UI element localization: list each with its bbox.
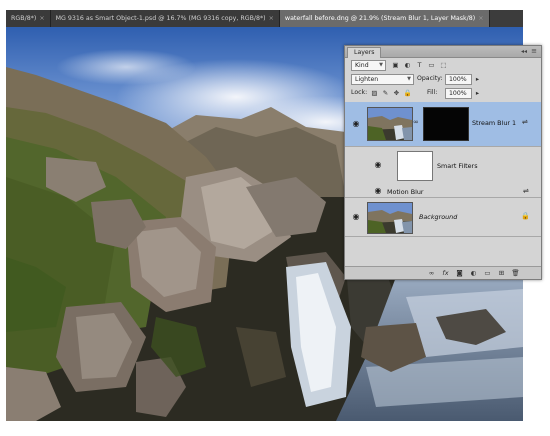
lock-row: Lock: ▨ ✎ ✥ 🔒 Fill: 100% ▸ (345, 87, 541, 99)
panel-menu-icon[interactable]: ≡ (531, 46, 537, 57)
blend-mode-select[interactable]: Lighten ▼ (351, 74, 414, 85)
fill-field[interactable]: 100% (445, 88, 472, 99)
fill-slider-icon[interactable]: ▸ (473, 89, 482, 97)
layer-lock-icon: 🔒 (521, 212, 530, 220)
document-tab-bar: RGB/8*) × MG 9316 as Smart Object-1.psd @ … (6, 10, 523, 27)
document-tab-2[interactable]: MG 9316 as Smart Object-1.psd @ 16.7% (M… (50, 10, 280, 27)
close-tab-icon[interactable]: × (478, 15, 483, 22)
image-filter-icon[interactable]: ▣ (391, 61, 400, 69)
layers-panel: Layers ◂◂ ≡ Kind ▼ ▣ ◐ T ▭ ⬚ Lighten ▼ Opa… (344, 45, 542, 280)
smart-filters-eye-icon[interactable]: ◉ (373, 161, 383, 169)
opacity-slider-icon[interactable]: ▸ (473, 75, 482, 83)
shape-filter-icon[interactable]: ▭ (427, 61, 436, 69)
new-layer-icon[interactable]: ⊞ (497, 269, 506, 277)
background-layer-name[interactable]: Background (419, 213, 457, 221)
filter-kind-select[interactable]: Kind ▼ (351, 60, 386, 71)
opacity-field[interactable]: 100% (445, 74, 472, 85)
collapse-panel-icon[interactable]: ◂◂ (521, 46, 527, 57)
smart-filters-row[interactable]: ◉ Smart Filters (345, 147, 541, 185)
document-tab-1[interactable]: RGB/8*) × (6, 10, 51, 27)
adjustment-layer-icon[interactable]: ◐ (469, 269, 478, 277)
background-thumbnail[interactable] (367, 202, 413, 234)
layer-name[interactable]: Stream Blur 1 (472, 119, 516, 127)
smart-filter-mask-thumbnail[interactable] (397, 151, 433, 181)
adjustment-filter-icon[interactable]: ◐ (403, 61, 412, 69)
type-filter-icon[interactable]: T (415, 61, 424, 69)
chevron-down-icon: ▼ (407, 76, 411, 82)
visibility-eye-icon[interactable]: ◉ (351, 120, 361, 128)
layer-filter-row: Kind ▼ ▣ ◐ T ▭ ⬚ (345, 59, 541, 71)
fill-value: 100% (449, 90, 467, 97)
opacity-value: 100% (449, 76, 467, 83)
smart-filters-label: Smart Filters (437, 162, 478, 170)
smart-object-filter-icon[interactable]: ⬚ (439, 61, 448, 69)
blend-row: Lighten ▼ Opacity: 100% ▸ (345, 73, 541, 85)
chevron-down-icon: ▼ (379, 62, 383, 68)
close-tab-icon[interactable]: × (269, 15, 274, 22)
blend-options-icon[interactable]: ⇌ (522, 118, 528, 126)
layers-panel-header: Layers ◂◂ ≡ (345, 46, 541, 58)
opacity-label: Opacity: (417, 75, 443, 82)
document-tab-2-label: MG 9316 as Smart Object-1.psd @ 16.7% (M… (55, 15, 266, 22)
link-layers-icon[interactable]: ∞ (427, 269, 436, 277)
motion-blur-filter-row[interactable]: ◉ Motion Blur ⇌ (345, 185, 541, 198)
filter-kind-value: Kind (355, 62, 369, 69)
lock-transparent-icon[interactable]: ▨ (370, 89, 379, 97)
lock-pixels-icon[interactable]: ✎ (381, 89, 390, 97)
tab-layers[interactable]: Layers (347, 47, 382, 58)
layer-thumbnail[interactable] (367, 107, 413, 141)
layer-mask-thumbnail[interactable] (423, 107, 469, 141)
motion-blur-label: Motion Blur (387, 188, 424, 196)
fill-label: Fill: (427, 89, 438, 96)
new-group-icon[interactable]: ▭ (483, 269, 492, 277)
delete-layer-icon[interactable]: 🗑 (511, 269, 520, 277)
lock-position-icon[interactable]: ✥ (392, 89, 401, 97)
lock-all-icon[interactable]: 🔒 (403, 89, 412, 97)
layer-background[interactable]: ◉ Background 🔒 (345, 198, 541, 237)
fx-icon[interactable]: fx (441, 269, 450, 277)
layer-mask-icon[interactable]: ◙ (455, 269, 464, 277)
visibility-eye-icon[interactable]: ◉ (351, 213, 361, 221)
lock-label: Lock: (351, 89, 368, 96)
blend-mode-value: Lighten (355, 76, 379, 83)
document-tab-1-label: RGB/8*) (11, 15, 37, 22)
layer-stream-blur-1[interactable]: ◉ ∞ Stream Blur 1 ⇌ (345, 102, 541, 147)
motion-blur-eye-icon[interactable]: ◉ (373, 187, 383, 195)
filter-blending-options-icon[interactable]: ⇌ (523, 187, 529, 195)
layers-panel-footer: ∞ fx ◙ ◐ ▭ ⊞ 🗑 (345, 266, 541, 279)
document-tab-active-label: waterfall before.dng @ 21.9% (Stream Blu… (284, 15, 476, 22)
layer-thumbnail-image (368, 108, 412, 140)
close-tab-icon[interactable]: × (39, 15, 44, 22)
background-thumbnail-image (368, 203, 412, 233)
mask-link-icon[interactable]: ∞ (413, 118, 419, 126)
document-tab-active[interactable]: waterfall before.dng @ 21.9% (Stream Blu… (279, 10, 490, 27)
